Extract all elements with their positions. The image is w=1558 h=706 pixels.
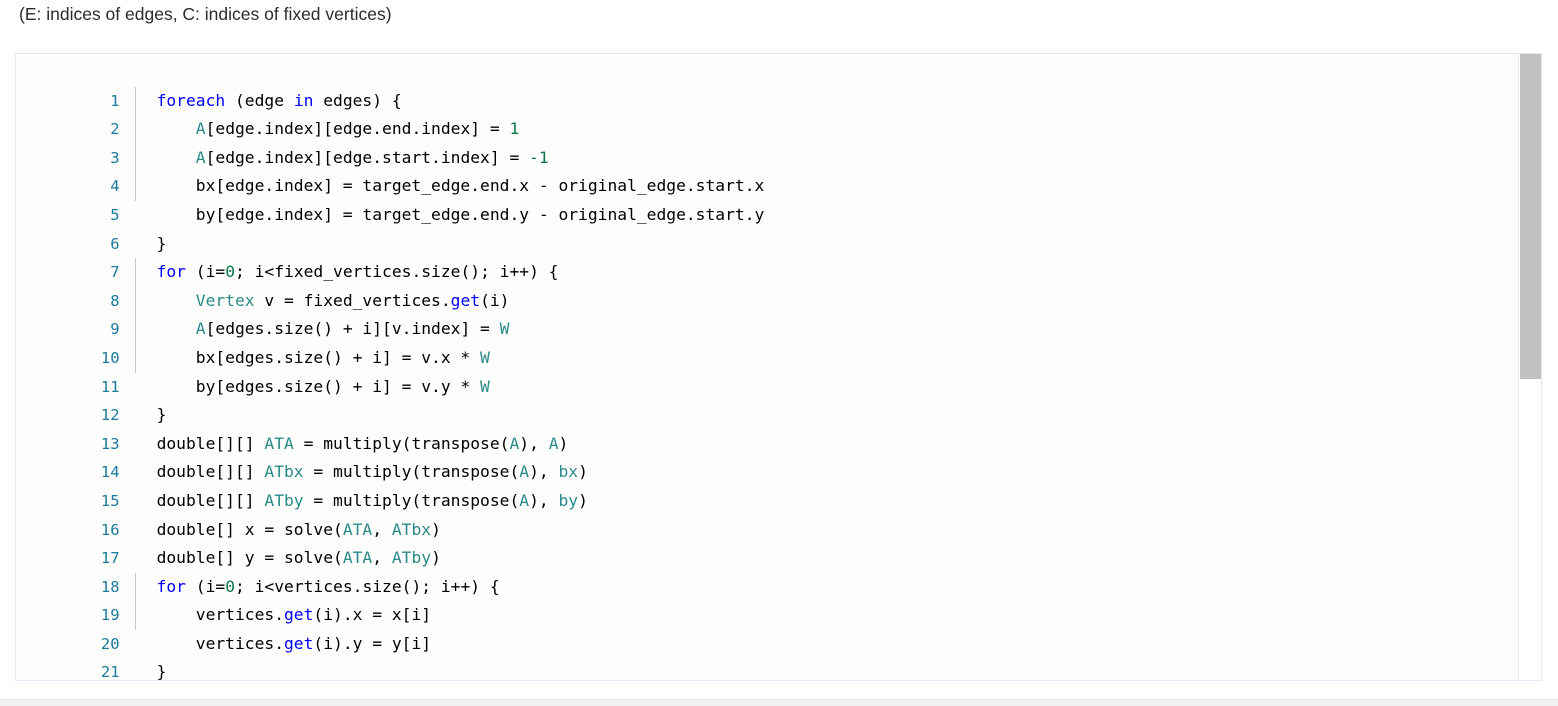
vertical-scrollbar[interactable]	[1518, 54, 1541, 680]
code-line: 5 by[edge.index] = target_edge.end.y - o…	[16, 172, 1517, 224]
vertical-scrollbar-thumb[interactable]	[1520, 54, 1541, 379]
code-line: 1 foreach (edge in edges) {	[16, 58, 1517, 110]
code-line: 7 for (i=0; i<fixed_vertices.size(); i++)…	[16, 230, 1517, 281]
code-line: 3 A[edge.index][edge.start.index] = -1	[16, 115, 1517, 167]
code-line: 16 double[] x = solve(ATA, ATbx)	[16, 487, 1517, 539]
code-line: 21}	[16, 630, 1517, 680]
code-line: 13 double[][] ATA = multiply(transpose(A)…	[16, 401, 1517, 453]
code-line: 11 by[edges.size() + i] = v.y * W	[16, 343, 1517, 396]
code-line: 10 bx[edges.size() + i] = v.x * W	[16, 315, 1517, 367]
code-line: 20 vertices.get(i).y = y[i]	[16, 601, 1517, 653]
code-caption: (E: indices of edges, C: indices of fixe…	[19, 4, 392, 24]
code-line-list: 1 foreach (edge in edges) { 2 A[edge.inde…	[16, 58, 1517, 680]
code-source: }	[156, 662, 167, 680]
code-scroll-area: 1 foreach (edge in edges) { 2 A[edge.inde…	[16, 54, 1517, 680]
code-line: 18 for (i=0; i<vertices.size(); i++) {	[16, 544, 1517, 596]
code-line: 4 bx[edge.index] = target_edge.end.x - o…	[16, 143, 1517, 195]
code-line: 8 Vertex v = fixed_vertices.get(i)	[16, 258, 1517, 310]
code-line: 6}	[16, 201, 1517, 253]
code-line: 15 double[][] ATby = multiply(transpose(A…	[16, 458, 1517, 510]
code-line: 12}	[16, 373, 1517, 424]
code-line: 9 A[edges.size() + i][v.index] = W	[16, 286, 1517, 338]
line-number: 21	[100, 663, 120, 680]
code-block-bottom-divider	[15, 680, 1542, 681]
code-block: 1 foreach (edge in edges) { 2 A[edge.inde…	[15, 53, 1542, 680]
page-bottom-strip	[0, 700, 1558, 706]
code-line: 14 double[][] ATbx = multiply(transpose(A…	[16, 430, 1517, 481]
code-line: 2 A[edge.index][edge.end.index] = 1	[16, 86, 1517, 138]
code-line: 19 vertices.get(i).x = x[i]	[16, 572, 1517, 624]
code-line: 17 double[] y = solve(ATA, ATby)	[16, 516, 1517, 567]
